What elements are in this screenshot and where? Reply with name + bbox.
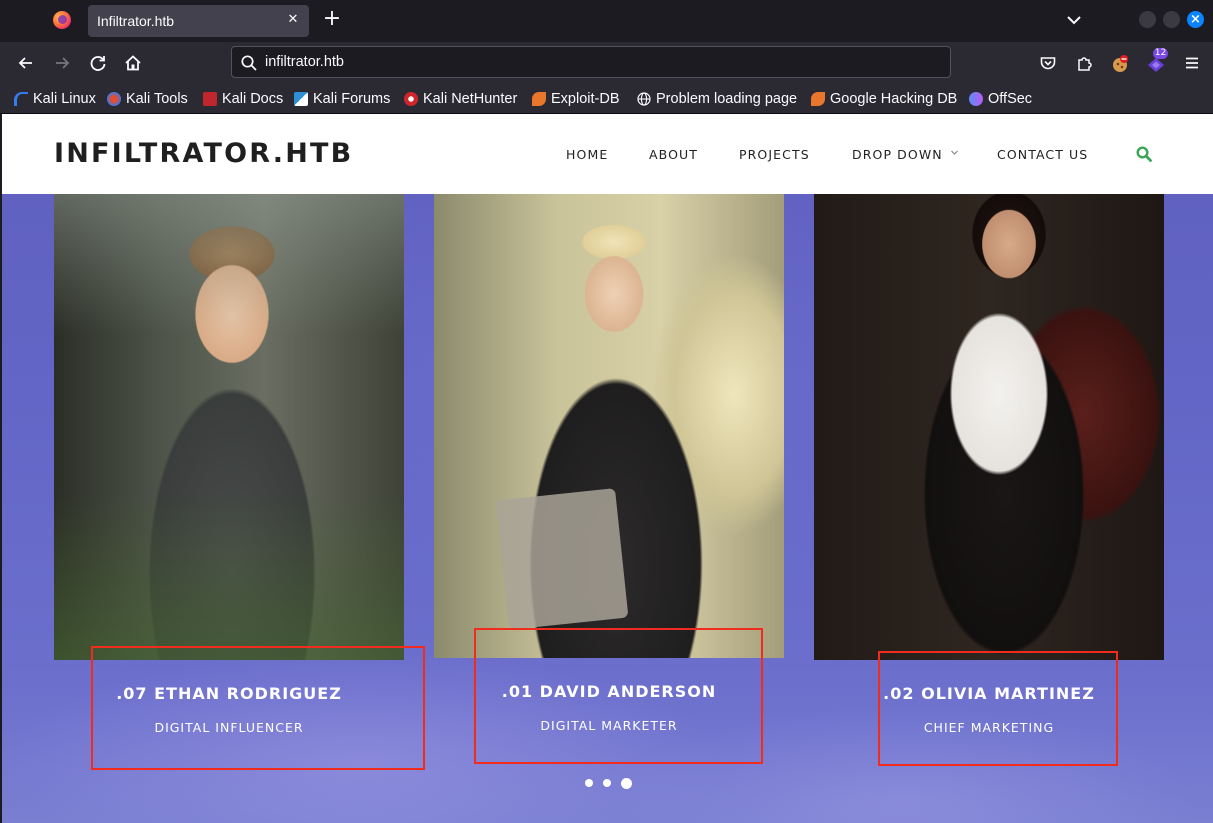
nav-drop-down[interactable]: DROP DOWN [852, 147, 943, 162]
kali-dragon-icon [14, 92, 28, 106]
globe-icon [637, 92, 651, 106]
carousel-dot-1[interactable] [585, 779, 593, 787]
url-text[interactable]: infiltrator.htb [265, 54, 344, 70]
extensions-icon[interactable] [1073, 52, 1095, 74]
maximize-button[interactable] [1163, 11, 1180, 28]
team-photo-david [434, 194, 784, 658]
bookmark-exploit-db[interactable]: Exploit-DB [532, 90, 620, 108]
minimize-button[interactable] [1139, 11, 1156, 28]
ghdb-icon [811, 92, 825, 106]
bookmark-google-hacking-db[interactable]: Google Hacking DB [811, 90, 957, 108]
close-window-button[interactable]: × [1187, 11, 1204, 28]
tab-close-icon[interactable]: ✕ [285, 11, 301, 29]
nav-about[interactable]: ABOUT [649, 147, 698, 162]
nav-home[interactable]: HOME [566, 147, 608, 162]
team-photo-ethan [54, 194, 404, 660]
new-tab-button[interactable]: + [321, 8, 343, 32]
kali-forums-icon [294, 92, 308, 106]
carousel-dot-2[interactable] [603, 779, 611, 787]
search-icon [240, 54, 258, 76]
kali-docs-icon [203, 92, 217, 106]
team-photo-olivia [814, 194, 1164, 660]
home-icon[interactable] [122, 52, 144, 74]
bookmarks-toolbar: Kali Linux Kali Tools Kali Docs Kali For… [0, 84, 1213, 114]
back-icon[interactable] [15, 52, 37, 74]
kali-tools-icon [107, 92, 121, 106]
site-header: INFILTRATOR.HTB HOME ABOUT PROJECTS DROP… [2, 114, 1213, 194]
chevron-down-icon [950, 148, 959, 160]
offsec-icon [969, 92, 983, 106]
bookmark-kali-tools[interactable]: Kali Tools [107, 90, 188, 108]
bookmark-kali-docs[interactable]: Kali Docs [203, 90, 283, 108]
forward-icon[interactable] [51, 52, 73, 74]
address-bar[interactable]: infiltrator.htb [231, 46, 951, 78]
firefox-icon [53, 11, 71, 29]
highlight-box [878, 651, 1118, 766]
bookmark-offsec[interactable]: OffSec [969, 90, 1032, 108]
nav-projects[interactable]: PROJECTS [739, 147, 810, 162]
pocket-icon[interactable] [1037, 52, 1059, 74]
cookie-extension-icon[interactable] [1109, 52, 1131, 74]
tab-title: Infiltrator.htb [97, 13, 175, 29]
menu-icon[interactable] [1181, 52, 1203, 74]
navigation-toolbar: infiltrator.htb 12 [0, 42, 1213, 84]
highlight-box [91, 646, 425, 770]
carousel-dot-3[interactable] [621, 777, 632, 789]
reload-icon[interactable] [87, 52, 109, 74]
highlight-box [474, 628, 763, 764]
tab-bar: Infiltrator.htb ✕ + × [0, 0, 1213, 42]
list-all-tabs-icon[interactable] [1064, 11, 1084, 29]
bookmark-kali-forums[interactable]: Kali Forums [294, 90, 390, 108]
bookmark-kali-linux[interactable]: Kali Linux [14, 90, 96, 108]
tab-infiltrator[interactable]: Infiltrator.htb ✕ [88, 5, 309, 37]
bookmark-kali-nethunter[interactable]: Kali NetHunter [404, 90, 517, 108]
bookmark-problem-loading-page[interactable]: Problem loading page [637, 90, 797, 108]
nav-contact-us[interactable]: CONTACT US [997, 147, 1088, 162]
page-content: INFILTRATOR.HTB HOME ABOUT PROJECTS DROP… [2, 114, 1213, 823]
carousel-pagination [585, 776, 632, 790]
site-search-icon[interactable] [1136, 146, 1152, 166]
kali-nethunter-icon [404, 92, 418, 106]
exploit-db-icon [532, 92, 546, 106]
extension-badge: 12 [1153, 48, 1168, 59]
site-logo[interactable]: INFILTRATOR.HTB [54, 138, 353, 169]
